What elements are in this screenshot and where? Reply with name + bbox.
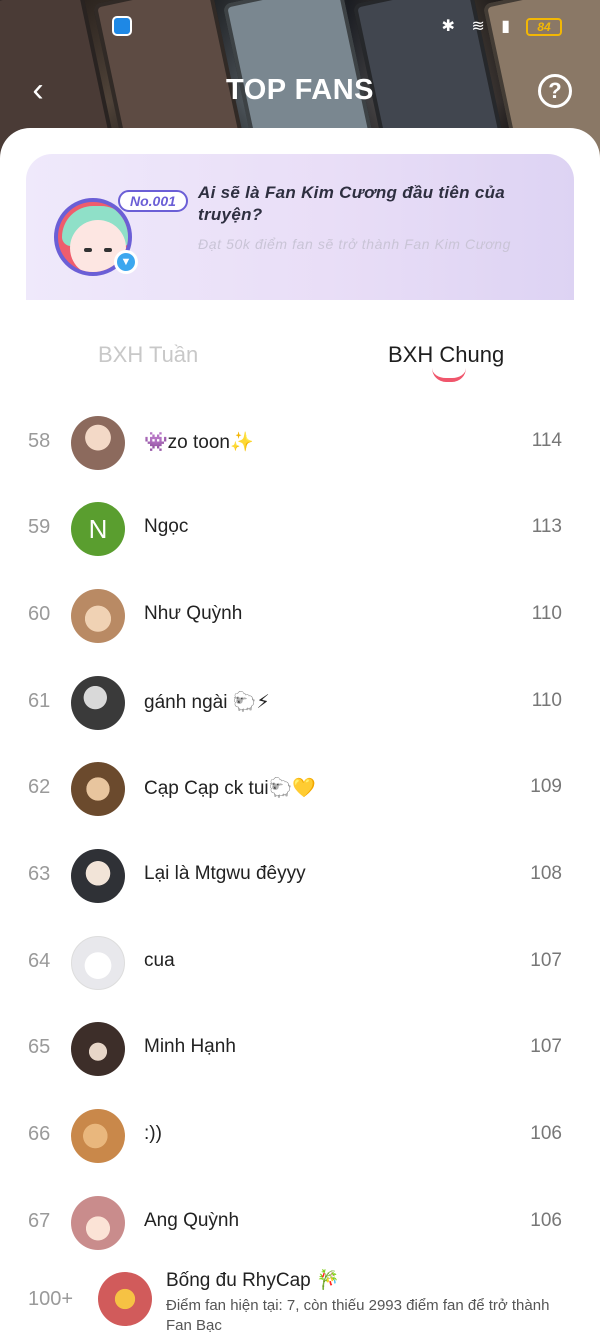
avatar — [71, 936, 125, 990]
fan-name: 👾zo toon✨ — [144, 432, 254, 453]
my-rank-number: 100+ — [28, 1288, 74, 1310]
fan-name: Lại là Mtgwu đêyyy — [144, 863, 306, 884]
rank-number: 67 — [28, 1210, 51, 1232]
ranking-row[interactable]: 64 cua 107 — [0, 920, 600, 1006]
fan-name: Ang Quỳnh — [144, 1210, 240, 1231]
rank-number: 58 — [28, 430, 51, 452]
mascot-eye — [84, 248, 92, 252]
ranking-row[interactable]: 65 Minh Hạnh 107 — [0, 1006, 600, 1092]
my-progress-text: Điểm fan hiện tại: 7, còn thiếu 2993 điể… — [166, 1297, 550, 1334]
avatar — [71, 849, 125, 903]
avatar — [71, 1022, 125, 1076]
ranking-row[interactable]: 61 gánh ngài 🐑⚡ 110 — [0, 660, 600, 746]
fan-name: Ngọc — [144, 516, 189, 537]
signal-icon: ✱ ≋ ▮ — [441, 18, 516, 35]
help-icon[interactable]: ? — [538, 74, 572, 108]
my-name: Bống đu RhyCap 🎋 — [166, 1270, 340, 1291]
fan-score: 106 — [530, 1210, 562, 1231]
ranking-row[interactable]: 60 Như Quỳnh 110 — [0, 573, 600, 659]
top-bar: ‹ TOP FANS ? — [0, 62, 600, 122]
fan-score: 113 — [531, 516, 562, 537]
content-sheet: ▼ No.001 Ai sẽ là Fan Kim Cương đầu tiên… — [0, 128, 600, 1343]
banner-subtitle: Đạt 50k điểm fan sẽ trở thành Fan Kim Cư… — [198, 236, 512, 252]
page-title: TOP FANS — [226, 74, 374, 106]
fan-score: 110 — [531, 603, 562, 624]
fan-name: cua — [144, 950, 175, 971]
rank-number: 60 — [28, 603, 51, 625]
status-bar: ✱ ≋ ▮ 84 — [0, 14, 600, 42]
ranking-row[interactable]: 62 Cạp Cạp ck tui🐑💛 109 — [0, 746, 600, 832]
rank-number: 63 — [28, 863, 51, 885]
fan-name: Như Quỳnh — [144, 603, 243, 624]
rank-badge: No.001 — [118, 190, 188, 212]
fan-score: 107 — [530, 1036, 562, 1057]
rank-number: 65 — [28, 1036, 51, 1058]
ranking-row[interactable]: 63 Lại là Mtgwu đêyyy 108 — [0, 833, 600, 919]
avatar — [71, 762, 125, 816]
ranking-row[interactable]: 66 :)) 106 — [0, 1093, 600, 1179]
fan-score: 106 — [530, 1123, 562, 1144]
fan-score: 108 — [530, 863, 562, 884]
avatar — [71, 416, 125, 470]
fan-score: 109 — [530, 776, 562, 797]
avatar: N — [71, 502, 125, 556]
banner-title: Ai sẽ là Fan Kim Cương đầu tiên của truy… — [198, 183, 506, 224]
avatar — [71, 676, 125, 730]
rank-number: 66 — [28, 1123, 51, 1145]
fan-name: gánh ngài 🐑⚡ — [144, 692, 270, 713]
fan-name: :)) — [144, 1123, 162, 1144]
avatar — [71, 1109, 125, 1163]
fan-score: 114 — [531, 430, 562, 451]
rank-number: 61 — [28, 690, 51, 712]
ranking-row[interactable]: 58 👾zo toon✨ 114 — [0, 400, 600, 486]
app-notification-icon — [112, 16, 132, 36]
avatar — [71, 589, 125, 643]
ranking-tabs: BXH Tuần BXH Chung — [0, 328, 600, 398]
rank-number: 64 — [28, 950, 51, 972]
diamond-fan-banner: ▼ No.001 Ai sẽ là Fan Kim Cương đầu tiên… — [26, 154, 574, 300]
my-rank-row[interactable]: 100+ Bống đu RhyCap 🎋 Điểm fan hiện tại:… — [0, 1262, 600, 1343]
diamond-icon: ▼ — [114, 250, 138, 274]
fan-score: 107 — [530, 950, 562, 971]
tab-weekly[interactable]: BXH Tuần — [98, 342, 198, 368]
rank-number: 59 — [28, 516, 51, 538]
battery-icon: 84 — [526, 18, 562, 36]
mascot-eye — [104, 248, 112, 252]
fan-name: Minh Hạnh — [144, 1036, 236, 1057]
avatar — [71, 1196, 125, 1250]
ranking-row[interactable]: 59 N Ngọc 113 — [0, 486, 600, 572]
fan-score: 110 — [531, 690, 562, 711]
fan-name: Cạp Cạp ck tui🐑💛 — [144, 778, 316, 799]
rank-number: 62 — [28, 776, 51, 798]
tab-overall[interactable]: BXH Chung — [388, 342, 510, 368]
ranking-row[interactable]: 67 Ang Quỳnh 106 — [0, 1180, 600, 1266]
my-avatar — [98, 1272, 152, 1326]
